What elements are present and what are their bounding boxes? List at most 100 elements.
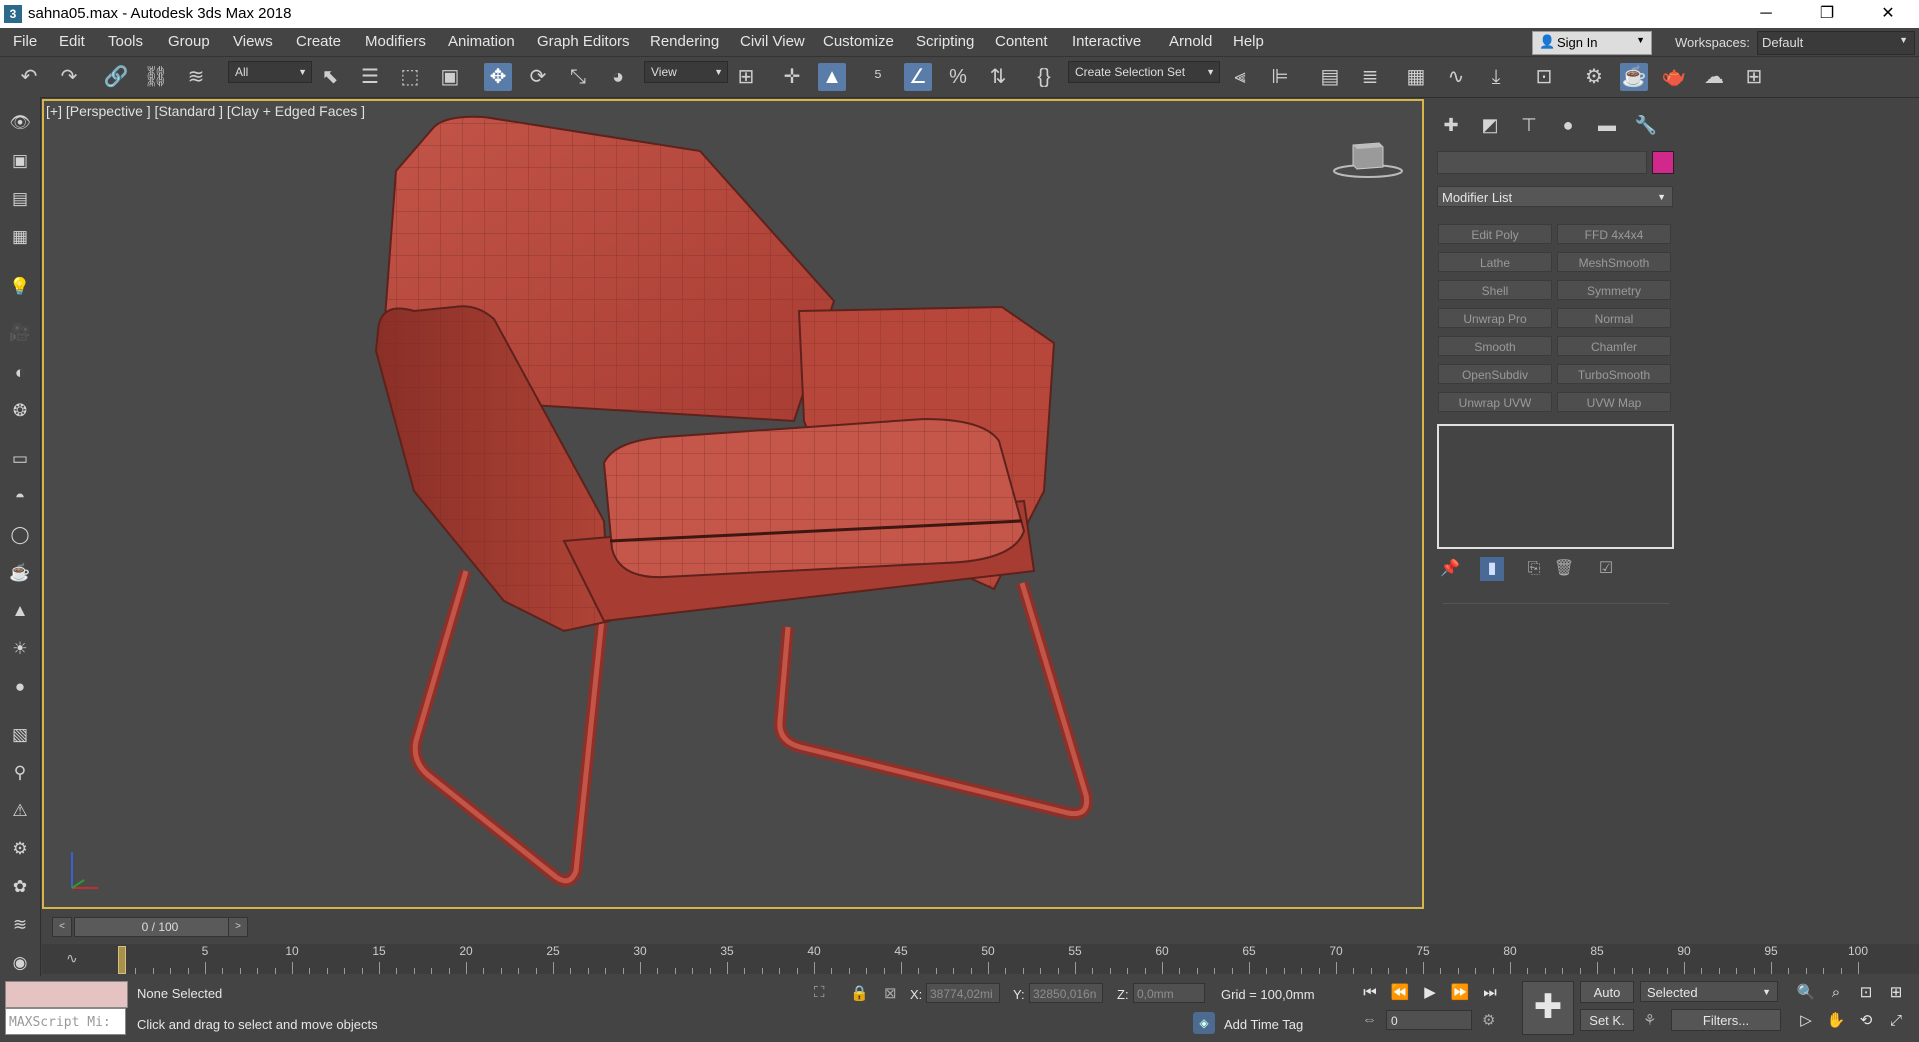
layer-explorer-icon[interactable]: ≣ bbox=[1356, 63, 1384, 91]
menu-edit[interactable]: Edit bbox=[59, 33, 85, 50]
undo-icon[interactable]: ↶ bbox=[15, 63, 43, 91]
workspace-dropdown[interactable]: Default ▼ bbox=[1757, 31, 1915, 55]
create-tab-icon[interactable]: ✚ bbox=[1438, 112, 1464, 138]
isolate-selection-icon[interactable]: ⛶ bbox=[814, 984, 825, 1001]
menu-graph-editors[interactable]: Graph Editors bbox=[537, 33, 630, 50]
time-configuration-icon[interactable]: ⚙ bbox=[1482, 1011, 1495, 1029]
light-bulb-icon[interactable]: 💡 bbox=[8, 275, 32, 299]
utilities-tab-icon[interactable]: 🔧 bbox=[1633, 112, 1659, 138]
modifier-button[interactable]: Smooth bbox=[1438, 336, 1552, 356]
set-keys-icon[interactable]: ✚ bbox=[1522, 981, 1574, 1035]
create-selection-set-dropdown[interactable]: Create Selection Set ▼ bbox=[1068, 61, 1220, 83]
a360-gallery-icon[interactable]: ⊞ bbox=[1740, 63, 1768, 91]
go-to-start-icon[interactable]: ⏮ bbox=[1358, 982, 1382, 1004]
angle-snap-icon[interactable]: ∠ bbox=[904, 63, 932, 91]
key-mode-toggle-icon[interactable]: ⇔ bbox=[1362, 1011, 1377, 1028]
menu-civil-view[interactable]: Civil View bbox=[740, 33, 805, 50]
spinner-snap-icon[interactable]: ⇅ bbox=[984, 63, 1012, 91]
current-time-marker[interactable] bbox=[118, 946, 126, 974]
x-coordinate-field[interactable]: 38774,02mi bbox=[926, 983, 1000, 1003]
viewport-label[interactable]: [+] [Perspective ] [Standard ] [Clay + E… bbox=[46, 103, 365, 119]
menu-arnold[interactable]: Arnold bbox=[1169, 33, 1212, 50]
set-key-button[interactable]: Set K. bbox=[1580, 1009, 1634, 1031]
modifier-button[interactable]: Symmetry bbox=[1557, 280, 1671, 300]
close-button[interactable]: ✕ bbox=[1865, 0, 1911, 28]
pin-stack-icon[interactable]: 📌 bbox=[1438, 557, 1462, 581]
sign-in-dropdown[interactable]: 👤 Sign In ▼ bbox=[1532, 31, 1652, 55]
toggle-ribbon-icon[interactable]: ▦ bbox=[1402, 63, 1430, 91]
remove-modifier-icon[interactable]: 🗑 bbox=[1552, 557, 1576, 581]
field-of-view-icon[interactable]: ▷ bbox=[1795, 1010, 1817, 1032]
modifier-button[interactable]: Unwrap UVW bbox=[1438, 392, 1552, 412]
key-filter-selection-dropdown[interactable]: Selected ▼ bbox=[1640, 981, 1778, 1002]
curve-editor-icon[interactable]: ∿ bbox=[1442, 63, 1470, 91]
mini-curve-editor-icon[interactable]: ∿ bbox=[66, 950, 78, 967]
perspective-viewport[interactable] bbox=[42, 99, 1424, 909]
menu-group[interactable]: Group bbox=[168, 33, 210, 50]
modifier-button[interactable]: Lathe bbox=[1438, 252, 1552, 272]
modifier-button[interactable]: Unwrap Pro bbox=[1438, 308, 1552, 328]
spiral-icon[interactable]: ◐ bbox=[8, 361, 32, 385]
maxscript-listener-output[interactable] bbox=[5, 981, 128, 1008]
modifier-button[interactable]: Edit Poly bbox=[1438, 224, 1552, 244]
motion-tab-icon[interactable]: ● bbox=[1555, 112, 1581, 138]
render-production-icon[interactable]: 🫖 bbox=[1660, 63, 1688, 91]
unlink-icon[interactable]: ⛓ bbox=[142, 63, 170, 91]
make-unique-icon[interactable]: ⎘ bbox=[1522, 557, 1546, 581]
render-setup-icon[interactable]: ⚙ bbox=[1580, 63, 1608, 91]
play-icon[interactable]: ▶ bbox=[1418, 982, 1442, 1004]
menu-create[interactable]: Create bbox=[296, 33, 341, 50]
filters-button[interactable]: Filters... bbox=[1671, 1009, 1781, 1031]
y-coordinate-field[interactable]: 32850,016n bbox=[1029, 983, 1103, 1003]
modify-tab-icon[interactable]: ◩ bbox=[1477, 112, 1503, 138]
grid-plane-icon[interactable]: ▧ bbox=[8, 723, 32, 747]
go-to-end-icon[interactable]: ⏭ bbox=[1478, 982, 1502, 1004]
object-name-field[interactable] bbox=[1437, 151, 1647, 174]
restore-button[interactable]: ❐ bbox=[1804, 0, 1850, 28]
layer-icon[interactable]: ▣ bbox=[8, 149, 32, 173]
keyboard-shortcut-override-icon[interactable]: ▲ bbox=[818, 63, 846, 91]
reference-coordinate-dropdown[interactable]: View ▼ bbox=[644, 61, 728, 83]
lock-icon[interactable]: 🔒 bbox=[850, 984, 869, 1002]
menu-tools[interactable]: Tools bbox=[108, 33, 143, 50]
trackbar-ruler[interactable]: 5 10 15 20 25 30 35 40 45 50 55 60 65 70 75 80 85 90 95 100 bbox=[118, 944, 1868, 974]
sphere-icon[interactable]: ◯ bbox=[8, 523, 32, 547]
render-in-cloud-icon[interactable]: ☁ bbox=[1700, 63, 1728, 91]
rectangular-selection-icon[interactable]: ⬚ bbox=[396, 63, 424, 91]
edit-named-selection-icon[interactable]: {} bbox=[1030, 63, 1058, 91]
minimize-button[interactable]: ─ bbox=[1743, 0, 1789, 28]
gear-icon[interactable]: ⚙ bbox=[8, 837, 32, 861]
dome-icon[interactable]: ◓ bbox=[8, 485, 32, 509]
previous-frame-icon[interactable]: ⏪ bbox=[1388, 982, 1412, 1004]
select-and-move-icon[interactable]: ✥ bbox=[484, 63, 512, 91]
rendered-frame-window-icon[interactable]: ☕ bbox=[1620, 63, 1648, 91]
redo-icon[interactable]: ↷ bbox=[55, 63, 83, 91]
material-editor-icon[interactable]: ⊡ bbox=[1530, 63, 1558, 91]
manipulate-icon[interactable]: ✛ bbox=[778, 63, 806, 91]
menu-file[interactable]: File bbox=[13, 33, 37, 50]
list-icon[interactable]: ▤ bbox=[8, 187, 32, 211]
time-tag-icon[interactable]: ◈ bbox=[1193, 1012, 1215, 1034]
zoom-extents-all-icon[interactable]: ⊞ bbox=[1885, 982, 1907, 1004]
add-time-tag[interactable]: Add Time Tag bbox=[1224, 1017, 1303, 1032]
select-and-scale-icon[interactable]: ⤡ bbox=[564, 63, 592, 91]
maximize-viewport-icon[interactable]: ⤢ bbox=[1885, 1010, 1907, 1032]
particle-icon[interactable]: ❂ bbox=[8, 399, 32, 423]
menu-interactive[interactable]: Interactive bbox=[1072, 33, 1141, 50]
sun-icon[interactable]: ☀ bbox=[8, 637, 32, 661]
cloth-icon[interactable]: ◉ bbox=[8, 951, 32, 975]
time-slider[interactable]: 0 / 100 bbox=[74, 917, 246, 937]
pan-icon[interactable]: ✋ bbox=[1825, 1010, 1847, 1032]
table-icon[interactable]: ▦ bbox=[8, 225, 32, 249]
modifier-button[interactable]: TurboSmooth bbox=[1557, 364, 1671, 384]
camera-icon[interactable]: 🎥 bbox=[8, 321, 32, 345]
time-slider-next[interactable]: > bbox=[228, 917, 248, 937]
z-coordinate-field[interactable]: 0,0mm bbox=[1133, 983, 1205, 1003]
link-icon[interactable]: 🔗 bbox=[102, 63, 130, 91]
hair-icon[interactable]: ≋ bbox=[8, 913, 32, 937]
bind-space-warp-icon[interactable]: ≋ bbox=[182, 63, 210, 91]
show-end-result-icon[interactable]: ▮ bbox=[1480, 557, 1504, 581]
zoom-icon[interactable]: 🔍 bbox=[1795, 982, 1817, 1004]
scene-explorer-icon[interactable]: ▤ bbox=[1316, 63, 1344, 91]
menu-modifiers[interactable]: Modifiers bbox=[365, 33, 426, 50]
